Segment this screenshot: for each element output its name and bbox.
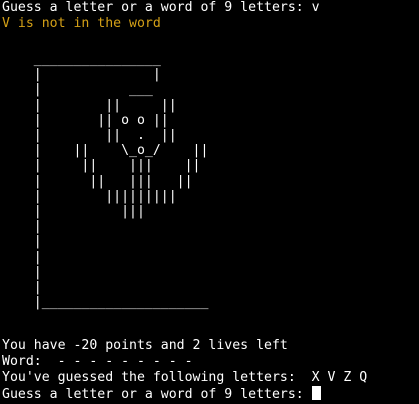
game-status-block: You have -20 points and 2 lives left Wor… <box>2 338 367 402</box>
guessed-letters-line: You've guessed the following letters: X … <box>2 370 368 385</box>
input-prompt: Guess a letter or a word of 9 letters: <box>2 387 312 402</box>
feedback-message: V is not in the word <box>2 16 161 31</box>
prompt-line-2[interactable]: Guess a letter or a word of 9 letters: <box>2 386 367 402</box>
prompt-line-1: Guess a letter or a word of 9 letters: v <box>2 0 320 15</box>
terminal-window[interactable]: Guess a letter or a word of 9 letters: v… <box>2 0 419 404</box>
text-cursor[interactable] <box>311 386 321 400</box>
word-progress-line: Word: - - - - - - - - - <box>2 354 193 369</box>
score-status-line: You have -20 points and 2 lives left <box>2 338 288 353</box>
hangman-gallows-art: ________________ | | | ___ | || || | || … <box>2 52 209 311</box>
gallows-drawing: ________________ | | | ___ | || || | || … <box>33 52 209 311</box>
